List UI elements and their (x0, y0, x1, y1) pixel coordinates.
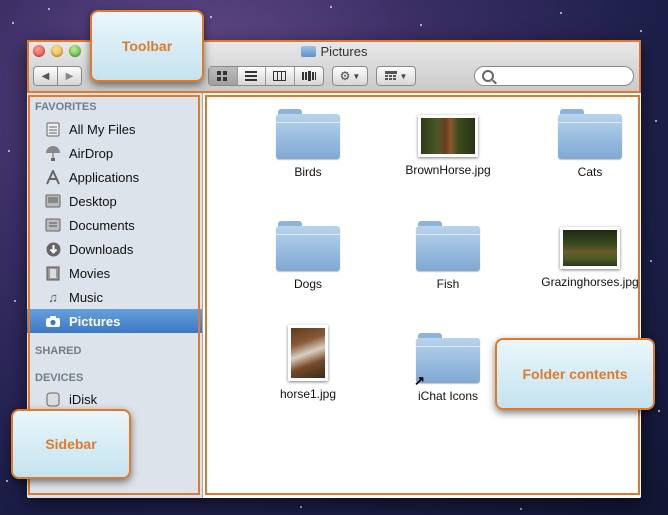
sidebar-item-label: Movies (69, 265, 111, 281)
sidebar-item-music[interactable]: ♫ Music (27, 285, 202, 309)
file-item-dogs[interactable]: Dogs (238, 221, 378, 291)
sidebar-item-label: Downloads (69, 241, 134, 257)
sidebar-section-favorites: FAVORITES (35, 101, 97, 113)
file-label: Birds (294, 165, 322, 179)
file-item-brownhorse[interactable]: BrownHorse.jpg (378, 109, 518, 177)
sidebar-item-applications[interactable]: Applications (27, 165, 202, 189)
file-item-grazinghorses[interactable]: Grazinghorses.jpg (520, 221, 641, 289)
documents-icon (44, 217, 62, 233)
movies-icon (44, 265, 62, 281)
all-files-icon (44, 121, 62, 137)
sidebar-item-label: Desktop (69, 193, 117, 209)
chevron-left-icon: ◀ (41, 70, 50, 82)
file-label: Grazinghorses.jpg (541, 275, 639, 289)
airdrop-icon (44, 145, 62, 161)
idisk-icon (44, 391, 62, 407)
desktop-icon (44, 193, 62, 209)
folder-contents-callout: Folder contents (495, 338, 655, 410)
list-view-icon (245, 71, 258, 81)
icon-view-icon (217, 70, 228, 81)
file-item-cats[interactable]: Cats (520, 109, 641, 179)
folder-icon (300, 46, 316, 57)
sidebar-item-airdrop[interactable]: AirDrop (27, 141, 202, 165)
sidebar-item-label: Pictures (69, 313, 121, 329)
chevron-down-icon: ▼ (352, 71, 361, 81)
sidebar-item-label: Music (69, 289, 103, 305)
file-label: Fish (436, 277, 460, 291)
forward-button[interactable]: ▶ (57, 66, 82, 86)
chevron-right-icon: ▶ (65, 70, 74, 82)
action-menu-button[interactable]: ⚙ ▼ (332, 66, 368, 86)
file-label: Cats (577, 165, 603, 179)
image-thumbnail (560, 227, 620, 269)
folder-icon (416, 221, 480, 271)
column-view-button[interactable] (266, 67, 295, 85)
folder-icon: ↗ (414, 333, 480, 388)
sidebar-item-label: Applications (69, 169, 140, 185)
sidebar-item-idisk[interactable]: iDisk (27, 387, 202, 411)
folder-icon (276, 109, 340, 159)
applications-icon (44, 169, 62, 185)
sidebar-item-label: All My Files (69, 121, 136, 137)
file-item-horse1[interactable]: horse1.jpg (238, 315, 378, 401)
sidebar-item-desktop[interactable]: Desktop (27, 189, 202, 213)
file-label: BrownHorse.jpg (405, 163, 491, 177)
folder-contents: Birds BrownHorse.jpg Cats Dogs Fish Graz… (203, 93, 641, 498)
sidebar-item-pictures[interactable]: Pictures (27, 309, 202, 333)
sidebar-item-movies[interactable]: Movies (27, 261, 202, 285)
file-item-fish[interactable]: Fish (378, 221, 518, 291)
search-icon (482, 70, 494, 82)
file-item-birds[interactable]: Birds (238, 109, 378, 179)
folder-icon (276, 221, 340, 271)
view-mode-control (208, 66, 324, 86)
arrange-grid-icon (384, 71, 397, 80)
coverflow-view-icon (301, 71, 316, 81)
column-view-icon (273, 71, 287, 81)
window-title-text: Pictures (320, 44, 368, 59)
sidebar-callout: Sidebar (11, 409, 131, 479)
sidebar-item-label: iDisk (69, 391, 98, 407)
image-thumbnail (288, 325, 328, 381)
sidebar-item-label: AirDrop (69, 145, 114, 161)
downloads-icon (44, 241, 62, 257)
arrange-menu-button[interactable]: ▼ (376, 66, 416, 86)
gear-icon: ⚙ (339, 69, 351, 83)
search-input[interactable] (497, 69, 631, 85)
image-thumbnail (418, 115, 478, 157)
icon-view-button[interactable] (209, 67, 238, 85)
sidebar-section-devices: DEVICES (35, 372, 84, 384)
toolbar-callout: Toolbar (90, 10, 204, 82)
sidebar-item-downloads[interactable]: Downloads (27, 237, 202, 261)
file-label: Dogs (293, 277, 322, 291)
folder-icon (558, 109, 622, 159)
list-view-button[interactable] (238, 67, 266, 85)
back-button[interactable]: ◀ (33, 66, 58, 86)
music-icon: ♫ (48, 289, 58, 305)
camera-icon (44, 313, 62, 329)
chevron-down-icon: ▼ (399, 71, 408, 81)
sidebar-item-documents[interactable]: Documents (27, 213, 202, 237)
file-label: horse1.jpg (279, 387, 337, 401)
sidebar-item-all-my-files[interactable]: All My Files (27, 117, 202, 141)
alias-arrow-icon: ↗ (414, 373, 425, 388)
sidebar-section-shared: SHARED (35, 345, 82, 357)
sidebar-item-label: Documents (69, 217, 135, 233)
search-field[interactable] (474, 66, 634, 86)
coverflow-view-button[interactable] (295, 67, 323, 85)
